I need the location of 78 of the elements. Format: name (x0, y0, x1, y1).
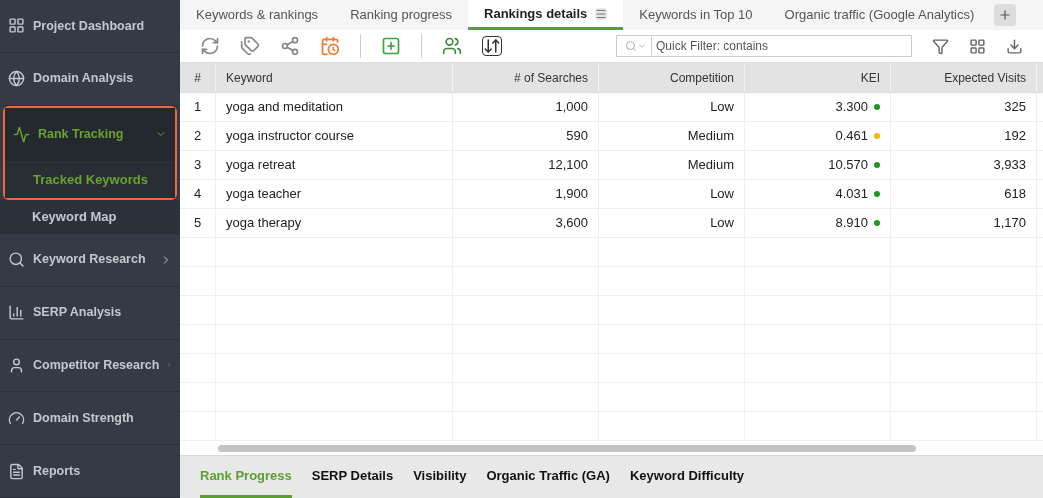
table-cell-text: Low (710, 98, 734, 117)
table-cell-text: 192 (1004, 127, 1026, 146)
grid-icon (8, 17, 25, 35)
users-icon[interactable] (442, 36, 462, 56)
chart-icon (13, 125, 30, 143)
table-cell-text: 325 (1004, 98, 1026, 117)
filter-icon[interactable] (932, 37, 949, 55)
scrollbar[interactable] (218, 444, 916, 452)
quick-filter-field[interactable]: Quick Filter: contains (651, 37, 911, 55)
sidebar-item[interactable]: Reports (33, 461, 172, 481)
tab[interactable]: SERP Details (311, 456, 394, 498)
table-cell-text: Medium (687, 156, 734, 175)
table-cell-text: 1,170 (993, 214, 1026, 233)
user-icon (8, 356, 25, 374)
table-cell-text: Low (710, 214, 734, 233)
table-cell-text: 590 (566, 127, 588, 146)
tab[interactable]: Organic Traffic (GA) (486, 456, 610, 498)
sidebar-item[interactable]: SERP Analysis (33, 303, 172, 322)
table-cell-text: yoga retreat (226, 156, 296, 175)
table-cell-text: 8.910 (835, 214, 868, 233)
column-header[interactable]: Expected Visits (944, 68, 1026, 87)
table-cell-text: 4 (193, 185, 202, 204)
sidebar-item[interactable]: Keyword Research (33, 250, 152, 270)
table-cell-text: 3,933 (993, 156, 1026, 175)
bar-chart-icon (8, 304, 25, 322)
table-cell-text: 5 (193, 214, 202, 233)
table-cell-text: yoga and meditation (226, 98, 344, 117)
sidebar-item[interactable]: Project Dashboard (33, 16, 172, 36)
table-cell-text: 3,600 (555, 214, 588, 233)
sidebar-item[interactable]: Domain Analysis (33, 69, 172, 89)
tab[interactable]: Keyword Difficulty (629, 456, 745, 498)
nodes-icon[interactable] (280, 36, 300, 56)
table-cell-text: 12,100 (548, 156, 588, 175)
columns-icon[interactable] (969, 37, 986, 55)
sidebar-item[interactable]: Competitor Research (33, 356, 160, 375)
table-cell-text: 0.461 (835, 127, 868, 146)
tab[interactable]: Rankings details (468, 0, 624, 30)
column-header[interactable]: Competition (669, 68, 734, 87)
table-cell-text: Medium (687, 127, 734, 146)
menu-icon[interactable] (595, 7, 608, 20)
plus-icon (998, 8, 1013, 22)
tab[interactable]: Visibility (413, 456, 467, 498)
tab[interactable]: Keywords & rankings (180, 0, 335, 30)
add-icon[interactable] (381, 36, 401, 56)
tags-icon[interactable] (240, 36, 260, 56)
column-header[interactable]: Keyword (226, 68, 273, 87)
sort-icon[interactable] (482, 36, 502, 56)
table-cell-text: 1,000 (555, 98, 588, 117)
table-cell-text: yoga therapy (226, 214, 302, 233)
table-cell-text: 2 (193, 127, 202, 146)
table-cell-text: yoga teacher (226, 185, 302, 204)
search-icon (8, 251, 25, 269)
refresh-icon[interactable] (200, 36, 220, 56)
calendar-icon[interactable] (320, 36, 340, 56)
search-icon (625, 40, 637, 52)
column-header[interactable]: # of Searches (513, 68, 588, 87)
gauge-icon (8, 409, 25, 427)
quick-filter-box[interactable]: Quick Filter: contains (616, 35, 912, 57)
sidebar-item[interactable]: Domain Strength (33, 408, 172, 428)
column-header[interactable]: KEI (860, 68, 880, 87)
table-cell-text: 10.570 (828, 156, 868, 175)
table-cell-text: Low (710, 185, 734, 204)
table-cell-text: yoga instructor course (226, 127, 354, 146)
table-cell-text: 618 (1004, 185, 1026, 204)
table-cell-text: 1 (193, 98, 202, 117)
tab[interactable]: Organic traffic (Google Analytics) (768, 0, 991, 30)
add-tab-button[interactable] (994, 4, 1017, 26)
tab[interactable]: Keywords in Top 10 (623, 0, 769, 30)
table-cell-text: 3 (193, 156, 202, 175)
export-icon[interactable] (1006, 37, 1023, 55)
table-cell-text: 4.031 (835, 185, 868, 204)
table-cell-text: 3.300 (835, 98, 868, 117)
sidebar-item[interactable]: Rank Tracking (38, 124, 147, 144)
globe-icon (8, 70, 25, 88)
document-icon (8, 462, 25, 480)
tab[interactable]: Ranking progress (334, 0, 468, 30)
table-cell-text: 1,900 (555, 185, 588, 204)
column-header[interactable]: # (194, 68, 201, 87)
